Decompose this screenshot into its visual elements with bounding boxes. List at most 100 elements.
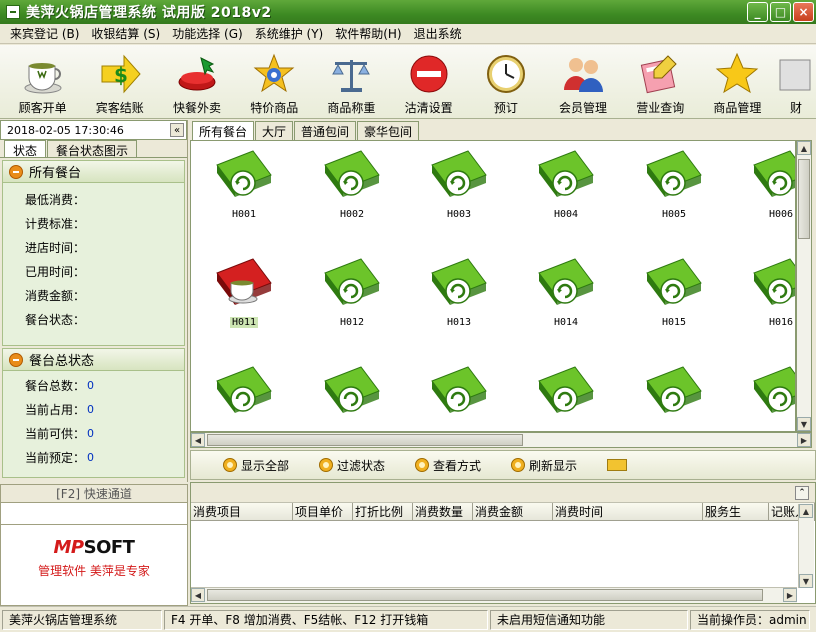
scroll-up-icon[interactable]: ▲ — [797, 141, 811, 155]
table-cell-H015[interactable]: H015 — [629, 253, 719, 353]
free-table-icon — [538, 258, 594, 305]
table-cell-partial[interactable] — [521, 361, 611, 431]
toolbar-special[interactable]: 特价商品 — [236, 45, 313, 118]
show-all-button[interactable]: 显示全部 — [223, 457, 289, 474]
toolbar-label: 财 — [790, 101, 803, 115]
table-cell-H014[interactable]: H014 — [521, 253, 611, 353]
free-table-icon — [646, 258, 702, 305]
close-button[interactable]: × — [793, 2, 814, 22]
table-cell-H012[interactable]: H012 — [307, 253, 397, 353]
table-cell-H011[interactable]: H011 — [199, 253, 289, 353]
table-cell-H001[interactable]: H001 — [199, 145, 289, 245]
scroll-down-icon[interactable]: ▼ — [797, 417, 811, 431]
table-cell-partial[interactable] — [736, 361, 795, 431]
table-horizontal-scrollbar[interactable]: ◀ ▶ — [191, 587, 797, 603]
toolbar-business-query[interactable]: 营业查询 — [622, 45, 699, 118]
col-time[interactable]: 消费时间 — [553, 503, 703, 520]
menu-exit[interactable]: 退出系统 — [408, 25, 468, 42]
panel-header[interactable]: 餐台总状态 — [3, 349, 184, 371]
toolbar-takeout[interactable]: 快餐外卖 — [158, 45, 235, 118]
tab-all-tables[interactable]: 所有餐台 — [192, 121, 255, 140]
table-vertical-scrollbar[interactable]: ▲ ▼ — [798, 504, 814, 588]
maximize-button[interactable]: □ — [770, 2, 791, 22]
show-all-icon — [223, 458, 237, 472]
menu-functions[interactable]: 功能选择 (G) — [166, 25, 248, 42]
table-cell-partial[interactable] — [199, 361, 289, 431]
menu-maintenance[interactable]: 系统维护 (Y) — [249, 25, 330, 42]
toolbar-goods[interactable]: 商品管理 — [699, 45, 776, 118]
table-cell-H006[interactable]: H006 — [736, 145, 795, 245]
table-cell-partial[interactable] — [414, 361, 504, 431]
free-table-icon — [538, 150, 594, 197]
table-label: H004 — [553, 209, 579, 220]
col-discount[interactable]: 打折比例 — [353, 503, 413, 520]
tab-luxury-room[interactable]: 豪华包间 — [357, 121, 420, 140]
brand-slogan: 管理软件 美萍是专家 — [38, 564, 150, 578]
consumption-table: ⌃ 消费项目 项目单价 打折比例 消费数量 消费金额 消费时间 服务生 记账人 … — [190, 482, 816, 604]
menu-guest-register[interactable]: 来宾登记 (B) — [4, 25, 85, 42]
col-quantity[interactable]: 消费数量 — [413, 503, 473, 520]
tab-normal-room[interactable]: 普通包间 — [294, 121, 357, 140]
panel-title: 所有餐台 — [29, 166, 82, 181]
view-mode-button[interactable]: 查看方式 — [415, 457, 481, 474]
grid-vertical-scrollbar[interactable]: ▲ ▼ — [796, 140, 812, 432]
scroll-thumb[interactable] — [207, 434, 523, 446]
col-waiter[interactable]: 服务生 — [703, 503, 769, 520]
col-amount[interactable]: 消费金额 — [473, 503, 553, 520]
table-label: H003 — [446, 209, 472, 220]
quick-input[interactable] — [1, 503, 187, 525]
scroll-thumb[interactable] — [207, 589, 763, 601]
panel-header[interactable]: 所有餐台 — [3, 161, 184, 183]
refresh-button[interactable]: 刷新显示 — [511, 457, 577, 474]
menu-checkout[interactable]: 收银结算 (S) — [85, 25, 166, 42]
toolbar-soldout[interactable]: 沽清设置 — [390, 45, 467, 118]
scroll-left-icon[interactable]: ◀ — [191, 433, 205, 447]
special-offer-icon — [251, 51, 297, 97]
current-datetime: 2018-02-05 17:30:46 — [7, 123, 124, 137]
collapse-button[interactable]: « — [170, 123, 184, 137]
grid-horizontal-scrollbar[interactable]: ◀ ▶ — [190, 432, 812, 448]
table-cell-H013[interactable]: H013 — [414, 253, 504, 353]
minimize-button[interactable]: _ — [747, 2, 768, 22]
action-label: 刷新显示 — [529, 458, 578, 473]
tab-table-legend[interactable]: 餐台状态图示 — [47, 140, 138, 158]
table-cell-H004[interactable]: H004 — [521, 145, 611, 245]
scroll-right-icon[interactable]: ▶ — [797, 433, 811, 447]
toolbar-checkout[interactable]: $ 宾客结账 — [81, 45, 158, 118]
table-cell-partial[interactable] — [307, 361, 397, 431]
toolbar-weigh[interactable]: 商品称重 — [313, 45, 390, 118]
scroll-left-icon[interactable]: ◀ — [191, 588, 205, 602]
takeout-icon — [174, 51, 220, 97]
app-icon[interactable] — [6, 5, 20, 19]
tab-hall[interactable]: 大厅 — [255, 121, 294, 140]
summary-row: 餐台总数： 0 — [3, 373, 184, 397]
toolbar-finance[interactable]: 财 — [776, 45, 816, 118]
expand-up-icon[interactable]: ⌃ — [795, 486, 809, 500]
toolbar-members[interactable]: 会员管理 — [544, 45, 621, 118]
tab-status[interactable]: 状态 — [4, 140, 47, 158]
table-cell-H016[interactable]: H016 — [736, 253, 795, 353]
status-sms: 未启用短信通知功能 — [490, 609, 688, 630]
table-cell-H002[interactable]: H002 — [307, 145, 397, 245]
table-cell-H005[interactable]: H005 — [629, 145, 719, 245]
table-cell-partial[interactable] — [629, 361, 719, 431]
scroll-up-icon[interactable]: ▲ — [799, 504, 813, 518]
toolbar-reserve[interactable]: 预订 — [467, 45, 544, 118]
filter-status-button[interactable]: 过滤状态 — [319, 457, 385, 474]
scroll-right-icon[interactable]: ▶ — [783, 588, 797, 602]
collapse-dot-icon[interactable] — [9, 164, 23, 179]
scroll-down-icon[interactable]: ▼ — [799, 574, 813, 588]
col-item[interactable]: 消费项目 — [191, 503, 293, 520]
col-unit-price[interactable]: 项目单价 — [293, 503, 353, 520]
collapse-dot-icon[interactable] — [9, 352, 23, 367]
menu-help[interactable]: 软件帮助(H) — [329, 25, 407, 42]
brand-mp: MP — [53, 537, 85, 558]
table-grid: H001 H002 H003 H004 H005 H006 H011 H012 H013 H014… — [190, 140, 796, 432]
summary-label: 餐台总数： — [25, 378, 86, 393]
table-cell-H003[interactable]: H003 — [414, 145, 504, 245]
all-tables-panel: 所有餐台 最低消费： 计费标准： 进店时间： 已用时间： 消费金额： 餐台状态： — [2, 160, 185, 346]
toolbar-open-order[interactable]: 顾客开单 — [4, 45, 81, 118]
view-mode-icon — [415, 458, 430, 472]
scroll-thumb[interactable] — [798, 159, 810, 239]
folder-icon[interactable] — [607, 459, 628, 471]
